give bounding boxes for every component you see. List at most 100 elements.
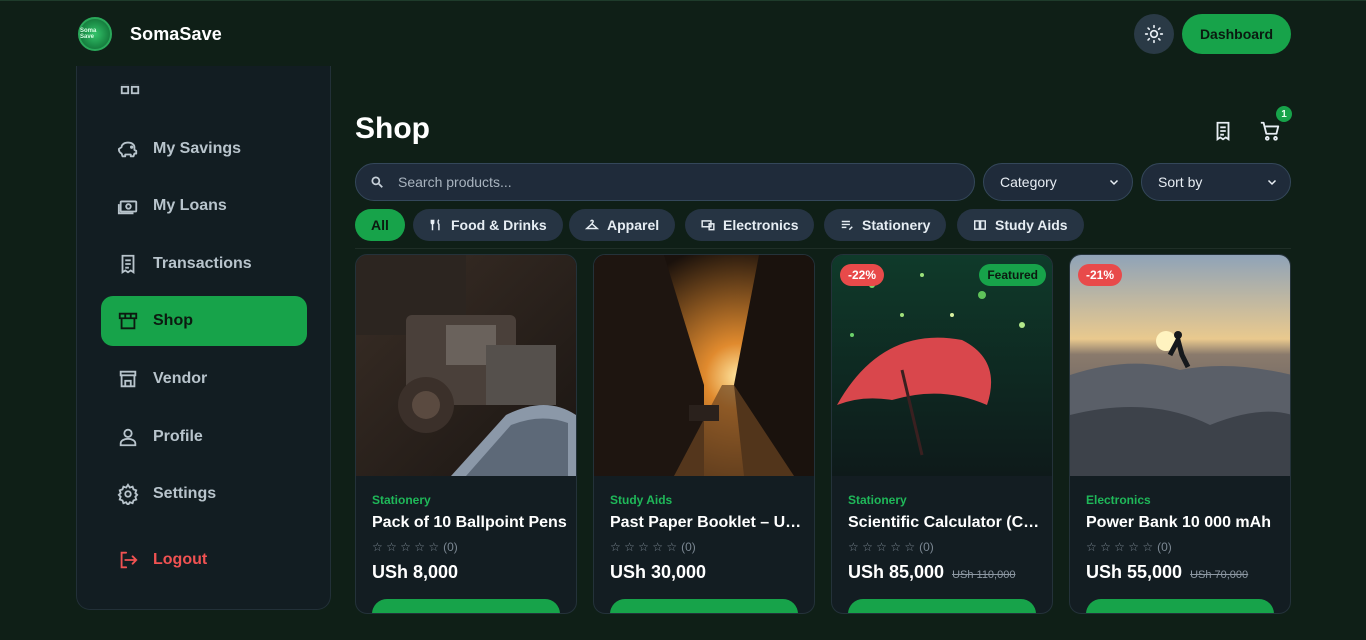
divider	[355, 248, 1291, 249]
sidebar-item-label: Transactions	[153, 255, 252, 272]
filter-chip-label: Apparel	[607, 217, 660, 233]
sidebar-item-vendor[interactable]: Vendor	[101, 354, 307, 404]
hanger-icon	[585, 219, 599, 230]
category-select[interactable]: Category	[983, 163, 1133, 201]
dashboard-button[interactable]: Dashboard	[1182, 14, 1291, 54]
devices-icon	[701, 220, 715, 231]
logo-text: Soma Save	[80, 28, 97, 40]
sort-select[interactable]: Sort by	[1141, 163, 1291, 201]
sidebar-item-label: My Loans	[153, 197, 227, 214]
current-price: USh 8,000	[372, 562, 459, 582]
machinery-photo	[356, 255, 576, 476]
sidebar-item-partial[interactable]	[117, 84, 297, 100]
product-name[interactable]: Pack of 10 Ballpoint Pens	[372, 514, 568, 532]
sidebar-item-shop[interactable]: Shop	[101, 296, 307, 346]
add-to-cart-button[interactable]	[610, 599, 798, 613]
product-card[interactable]: -21% Electronics Power Bank 10 000 mAh ☆…	[1069, 254, 1291, 614]
receipt-icon	[121, 254, 135, 274]
sidebar-item-label: My Savings	[153, 140, 242, 157]
discount-badge: -21%	[1078, 264, 1123, 286]
product-image[interactable]	[356, 255, 576, 476]
umbrella-photo	[832, 255, 1052, 476]
add-to-cart-button[interactable]	[848, 599, 1036, 613]
user-icon	[119, 428, 137, 447]
filter-chip-all[interactable]: All	[355, 209, 405, 241]
product-image[interactable]: -22% Featured	[832, 255, 1052, 476]
notes-icon	[841, 220, 853, 231]
review-count: (0)	[919, 540, 934, 554]
product-category: Stationery	[848, 493, 907, 507]
sidebar-item-label: Profile	[153, 428, 203, 445]
sidebar-item-my-savings[interactable]: My Savings	[101, 124, 307, 174]
app-name: SomaSave	[130, 23, 222, 44]
filter-chip-label: Study Aids	[995, 217, 1068, 233]
search-icon	[371, 176, 383, 188]
sidebar-item-settings[interactable]: Settings	[101, 469, 307, 519]
product-image[interactable]	[594, 255, 814, 476]
piggy-bank-icon	[117, 141, 138, 158]
sun-icon	[1144, 24, 1164, 44]
filter-chip-label: Electronics	[723, 217, 799, 233]
sidebar-item-label: Logout	[153, 551, 208, 568]
cart-icon	[1260, 121, 1280, 141]
filter-chip-electronics[interactable]: Electronics	[685, 209, 815, 241]
top-bar: Soma Save SomaSave Dashboard	[0, 0, 1366, 66]
book-icon	[974, 220, 986, 230]
vendor-icon	[119, 370, 137, 388]
review-count: (0)	[681, 540, 696, 554]
orders-button[interactable]	[1211, 119, 1235, 143]
current-price: USh 85,000	[848, 562, 945, 582]
app-logo: Soma Save	[78, 17, 112, 51]
product-card[interactable]: Stationery Pack of 10 Ballpoint Pens ☆ ☆…	[355, 254, 577, 614]
product-card[interactable]: -22% Featured Stationery Scientific Calc…	[831, 254, 1053, 614]
chevron-down-icon	[1267, 179, 1277, 186]
search-input[interactable]	[398, 174, 938, 190]
product-price: USh 30,000	[610, 562, 706, 583]
sidebar-item-label: Shop	[153, 312, 193, 329]
filter-chip-study-aids[interactable]: Study Aids	[957, 209, 1084, 241]
store-icon	[118, 312, 138, 330]
utensils-icon	[430, 219, 440, 231]
product-name[interactable]: Scientific Calculator (Casio)	[848, 514, 1044, 532]
product-image[interactable]: -21%	[1070, 255, 1290, 476]
filter-chip-label: All	[371, 217, 389, 233]
product-rating: ☆ ☆ ☆ ☆ ☆ (0)	[1086, 540, 1172, 554]
discount-badge: -22%	[840, 264, 885, 286]
cart-button[interactable]	[1258, 119, 1282, 143]
sort-select-value: Sort by	[1158, 174, 1203, 190]
product-rating: ☆ ☆ ☆ ☆ ☆ (0)	[610, 540, 696, 554]
product-name[interactable]: Power Bank 10 000 mAh	[1086, 514, 1282, 532]
logout-button[interactable]: Logout	[101, 535, 307, 585]
search-bar[interactable]	[355, 163, 975, 201]
product-rating: ☆ ☆ ☆ ☆ ☆ (0)	[372, 540, 458, 554]
add-to-cart-button[interactable]	[1086, 599, 1274, 613]
original-price: USh 110,000	[952, 569, 1016, 581]
sidebar-item-label: Vendor	[153, 370, 208, 387]
brand[interactable]: Soma Save SomaSave	[78, 17, 222, 51]
cart-count-badge: 1	[1276, 106, 1292, 122]
filter-chip-apparel[interactable]: Apparel	[569, 209, 676, 241]
add-to-cart-button[interactable]	[372, 599, 560, 613]
receipt-icon	[1216, 121, 1230, 141]
skatepark-photo	[1070, 255, 1290, 476]
sidebar-item-my-loans[interactable]: My Loans	[101, 181, 307, 231]
review-count: (0)	[443, 540, 458, 554]
category-select-value: Category	[1000, 174, 1057, 190]
star-icon: ☆ ☆ ☆ ☆ ☆	[610, 540, 678, 554]
street-sunset-photo	[594, 255, 814, 476]
sidebar-item-transactions[interactable]: Transactions	[101, 239, 307, 289]
theme-toggle-button[interactable]	[1134, 14, 1174, 54]
star-icon: ☆ ☆ ☆ ☆ ☆	[372, 540, 440, 554]
sidebar: My Savings My Loans Transactions Shop Ve…	[76, 66, 331, 610]
product-rating: ☆ ☆ ☆ ☆ ☆ (0)	[848, 540, 934, 554]
filter-chip-food-drinks[interactable]: Food & Drinks	[413, 209, 563, 241]
product-card[interactable]: Study Aids Past Paper Booklet – UNEB ☆ ☆…	[593, 254, 815, 614]
chevron-down-icon	[1109, 179, 1119, 186]
original-price: USh 70,000	[1190, 569, 1249, 581]
sidebar-item-label: Settings	[153, 485, 217, 502]
gear-icon	[117, 483, 139, 505]
sidebar-item-profile[interactable]: Profile	[101, 412, 307, 462]
product-name[interactable]: Past Paper Booklet – UNEB	[610, 514, 806, 532]
filter-chip-stationery[interactable]: Stationery	[824, 209, 947, 241]
filter-chip-label: Food & Drinks	[451, 217, 547, 233]
